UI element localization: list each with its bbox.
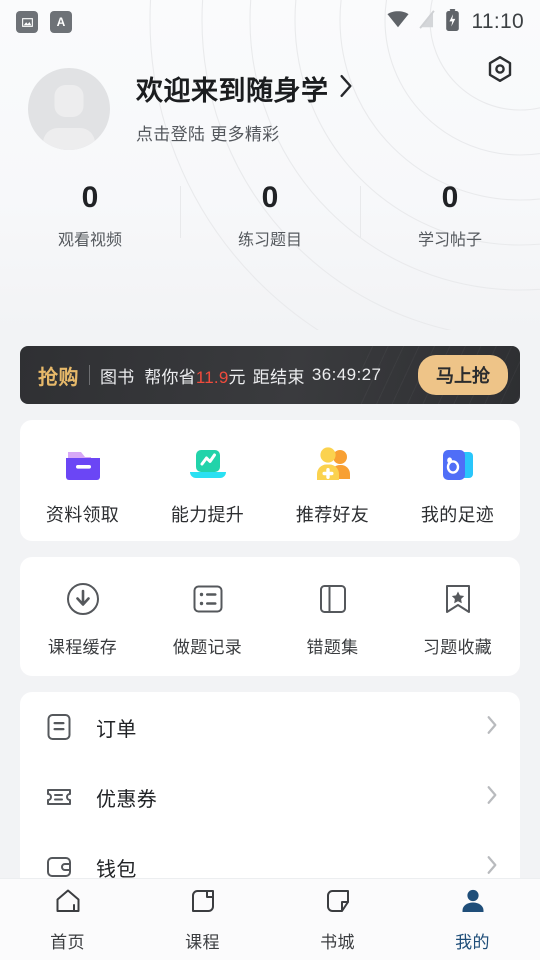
account-menu-card: 订单 优惠券 钱包: [20, 692, 520, 902]
quick-action-material-pickup[interactable]: 资料领取: [20, 438, 145, 527]
tab-label: 首页: [50, 933, 85, 952]
avatar[interactable]: [28, 68, 110, 150]
bottom-navigation: 首页 课程 书城 我的: [0, 878, 540, 960]
profile-icon: [458, 886, 488, 921]
tab-profile[interactable]: 我的: [405, 886, 540, 953]
promo-save-suffix: 元: [228, 367, 246, 387]
tab-label: 我的: [455, 933, 490, 952]
tools-card: 课程缓存 做题记录 错题集 习题收藏: [20, 557, 520, 676]
quick-action-my-footprints[interactable]: 我的足迹: [395, 438, 520, 527]
quick-action-label: 资料领取: [45, 505, 120, 525]
quick-actions-grid: 资料领取 能力提升 推荐好友 我的足迹: [20, 420, 520, 541]
book-icon: [313, 579, 353, 619]
status-bar-left: A: [16, 11, 72, 33]
stats-row: 0 观看视频 0 练习题目 0 学习帖子: [0, 176, 540, 254]
add-friends-icon: [306, 438, 360, 492]
battery-charging-icon: [445, 8, 460, 36]
greeting-text: 欢迎来到随身学: [136, 76, 329, 106]
tool-wrong-questions[interactable]: 错题集: [270, 579, 395, 658]
chevron-right-icon: [486, 785, 498, 810]
order-icon: [42, 712, 76, 742]
menu-item-label: 优惠券: [96, 788, 158, 811]
stat-item-study-posts[interactable]: 0 学习帖子: [360, 176, 540, 254]
bookstore-icon: [323, 886, 353, 921]
translate-icon: A: [50, 11, 72, 33]
chevron-right-icon: [339, 74, 353, 103]
status-bar-clock: 11:10: [471, 10, 524, 33]
flash-sale-banner[interactable]: 抢购 图书 帮你省11.9元 距结束 36:49:27 马上抢: [20, 346, 520, 404]
tab-course[interactable]: 课程: [135, 886, 270, 953]
quick-actions-card: 资料领取 能力提升 推荐好友 我的足迹: [20, 420, 520, 541]
page-scroll-area[interactable]: A 11:10 欢迎来到随身学 点击登陆 更多精彩 0 观看视频 0 练习题目 …: [0, 0, 540, 960]
wifi-icon: [386, 11, 409, 33]
signal-off-icon: [418, 10, 436, 34]
tool-label: 习题收藏: [422, 638, 493, 657]
divider: [89, 365, 90, 385]
avatar-head: [54, 85, 84, 117]
stat-value: 0: [81, 181, 99, 214]
profile-hero: A 11:10 欢迎来到随身学 点击登陆 更多精彩 0 观看视频 0 练习题目 …: [0, 0, 540, 330]
login-subtitle: 点击登陆 更多精彩: [136, 125, 280, 144]
tab-home[interactable]: 首页: [0, 886, 135, 953]
download-circle-icon: [63, 579, 103, 619]
tool-exercise-favorites[interactable]: 习题收藏: [395, 579, 520, 658]
folder-icon: [56, 438, 110, 492]
stat-item-practice-questions[interactable]: 0 练习题目: [180, 176, 360, 254]
countdown-timer: 36:49:27: [311, 365, 382, 384]
quick-action-label: 能力提升: [170, 505, 245, 525]
quick-action-recommend-friends[interactable]: 推荐好友: [270, 438, 395, 527]
tool-label: 错题集: [306, 638, 359, 657]
laptop-chart-icon: [181, 438, 235, 492]
menu-item-orders[interactable]: 订单: [42, 692, 498, 762]
footprint-card-icon: [431, 438, 485, 492]
profile-info: 欢迎来到随身学 点击登陆 更多精彩: [136, 69, 353, 149]
stat-label: 观看视频: [57, 231, 122, 249]
tab-label: 课程: [185, 933, 220, 952]
promo-save-prefix: 帮你省: [144, 367, 196, 387]
stat-value: 0: [441, 181, 459, 214]
hex-settings-icon[interactable]: [480, 50, 520, 90]
stat-label: 学习帖子: [417, 231, 482, 249]
chevron-right-icon: [486, 715, 498, 740]
quick-action-label: 推荐好友: [295, 505, 370, 525]
quick-action-ability-improve[interactable]: 能力提升: [145, 438, 270, 527]
profile-section[interactable]: 欢迎来到随身学 点击登陆 更多精彩: [0, 44, 540, 150]
tool-course-cache[interactable]: 课程缓存: [20, 579, 145, 658]
tools-grid: 课程缓存 做题记录 错题集 习题收藏: [20, 557, 520, 676]
tab-bookstore[interactable]: 书城: [270, 886, 405, 953]
menu-item-coupons[interactable]: 优惠券: [42, 762, 498, 832]
login-entry[interactable]: 欢迎来到随身学: [136, 69, 353, 108]
stat-value: 0: [261, 181, 279, 214]
tool-practice-record[interactable]: 做题记录: [145, 579, 270, 658]
buy-now-button[interactable]: 马上抢: [418, 355, 508, 395]
status-bar: A 11:10: [0, 0, 540, 44]
flash-sale-tag: 抢购: [38, 366, 79, 389]
quick-action-label: 我的足迹: [420, 505, 495, 525]
status-bar-right: 11:10: [386, 8, 525, 36]
tool-label: 课程缓存: [47, 638, 118, 657]
app-root: A 11:10 欢迎来到随身学 点击登陆 更多精彩 0 观看视频 0 练习题目 …: [0, 0, 540, 960]
promo-save-amount: 11.9: [195, 367, 229, 387]
stat-label: 练习题目: [237, 231, 302, 249]
home-icon: [53, 886, 83, 921]
stat-item-watch-video[interactable]: 0 观看视频: [0, 176, 180, 254]
course-icon: [188, 886, 218, 921]
image-icon: [16, 11, 38, 33]
chevron-right-icon: [486, 855, 498, 880]
tool-label: 做题记录: [172, 638, 243, 657]
promo-category: 图书: [100, 367, 135, 387]
flash-sale-text: 图书 帮你省11.9元: [100, 363, 246, 388]
coupon-icon: [42, 782, 76, 812]
countdown-label: 距结束: [252, 367, 305, 387]
avatar-body: [43, 128, 95, 150]
tab-label: 书城: [320, 933, 355, 952]
list-icon: [188, 579, 228, 619]
bookmark-star-icon: [438, 579, 478, 619]
menu-item-label: 订单: [96, 718, 137, 741]
